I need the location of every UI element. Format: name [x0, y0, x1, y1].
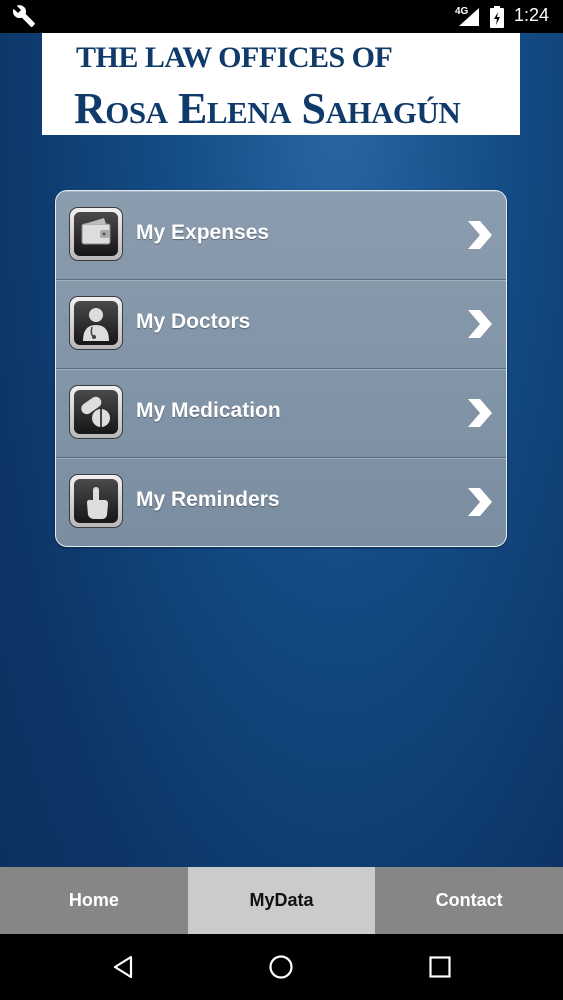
header-banner: THE LAW OFFICES OF Rosa Elena Sahagún [42, 33, 520, 135]
menu-item-medication[interactable]: My Medication [56, 369, 506, 458]
wrench-icon [12, 5, 35, 27]
signal-icon [459, 8, 479, 26]
app-screen: 4G 1:24 THE LAW OFFICES OF Rosa Elena Sa… [0, 0, 563, 1000]
battery-icon [490, 6, 504, 28]
menu-item-label: My Medication [136, 399, 281, 422]
banner-title-line1: THE LAW OFFICES OF [76, 41, 393, 74]
touch-hand-icon [69, 474, 123, 528]
chevron-right-icon [468, 399, 492, 427]
chevron-right-icon [468, 221, 492, 249]
menu-item-label: My Expenses [136, 221, 270, 244]
clock: 1:24 [514, 5, 550, 25]
tab-mydata[interactable]: MyData [187, 867, 376, 934]
home-icon[interactable] [268, 954, 294, 980]
menu-item-label: My Reminders [136, 488, 280, 511]
back-icon[interactable] [110, 954, 136, 980]
tab-home[interactable]: Home [0, 867, 188, 934]
banner-title-line2: Rosa Elena Sahagún [74, 84, 461, 133]
doctor-icon [69, 296, 123, 350]
pills-icon [69, 385, 123, 439]
menu-item-doctors[interactable]: My Doctors [56, 280, 506, 369]
bottom-tab-bar: Home MyData Contact [0, 867, 563, 934]
chevron-right-icon [468, 488, 492, 516]
recents-icon[interactable] [427, 954, 453, 980]
menu-item-label: My Doctors [136, 310, 251, 333]
navigation-bar [0, 934, 563, 1000]
chevron-right-icon [468, 310, 492, 338]
menu-item-reminders[interactable]: My Reminders [56, 458, 506, 546]
tab-contact[interactable]: Contact [375, 867, 563, 934]
wallet-icon [69, 207, 123, 261]
menu-item-expenses[interactable]: My Expenses [56, 191, 506, 280]
menu-list: My Expenses My Doctors My Medication My … [55, 190, 507, 547]
status-bar: 4G 1:24 [0, 0, 563, 33]
